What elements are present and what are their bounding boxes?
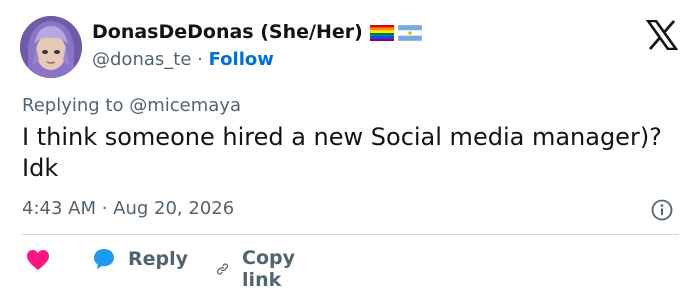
argentina-flag-icon <box>398 25 422 41</box>
link-icon <box>216 263 229 275</box>
follow-button[interactable]: Follow <box>209 49 274 70</box>
info-icon[interactable] <box>651 199 673 221</box>
rainbow-pride-flag-icon <box>370 25 394 41</box>
tweet-text: I think someone hired a new Social media… <box>22 123 662 182</box>
reply-mention-link[interactable]: @micemaya <box>129 95 241 116</box>
divider <box>22 234 679 235</box>
handle-row: @donas_te · Follow <box>92 49 274 70</box>
separator-dot: · <box>197 49 203 70</box>
avatar-image <box>20 16 82 78</box>
copy-link-button[interactable]: Copy link <box>215 247 304 291</box>
reply-context: Replying to @micemaya <box>22 95 241 116</box>
user-handle[interactable]: @donas_te <box>92 49 191 70</box>
display-name[interactable]: DonasDeDonas (She/Her) <box>92 21 363 43</box>
heart-icon <box>27 250 49 270</box>
x-logo-icon[interactable] <box>646 20 678 50</box>
reply-label: Reply <box>128 248 189 270</box>
reply-context-prefix: Replying to <box>22 95 124 116</box>
reply-bubble-icon <box>94 249 114 270</box>
profile-flags <box>370 25 422 41</box>
copy-link-label: Copy link <box>242 247 296 291</box>
like-button[interactable] <box>26 249 50 271</box>
avatar[interactable] <box>20 16 82 78</box>
tweet-timestamp[interactable]: 4:43 AM · Aug 20, 2026 <box>22 198 234 219</box>
reply-button[interactable]: Reply <box>92 247 188 271</box>
